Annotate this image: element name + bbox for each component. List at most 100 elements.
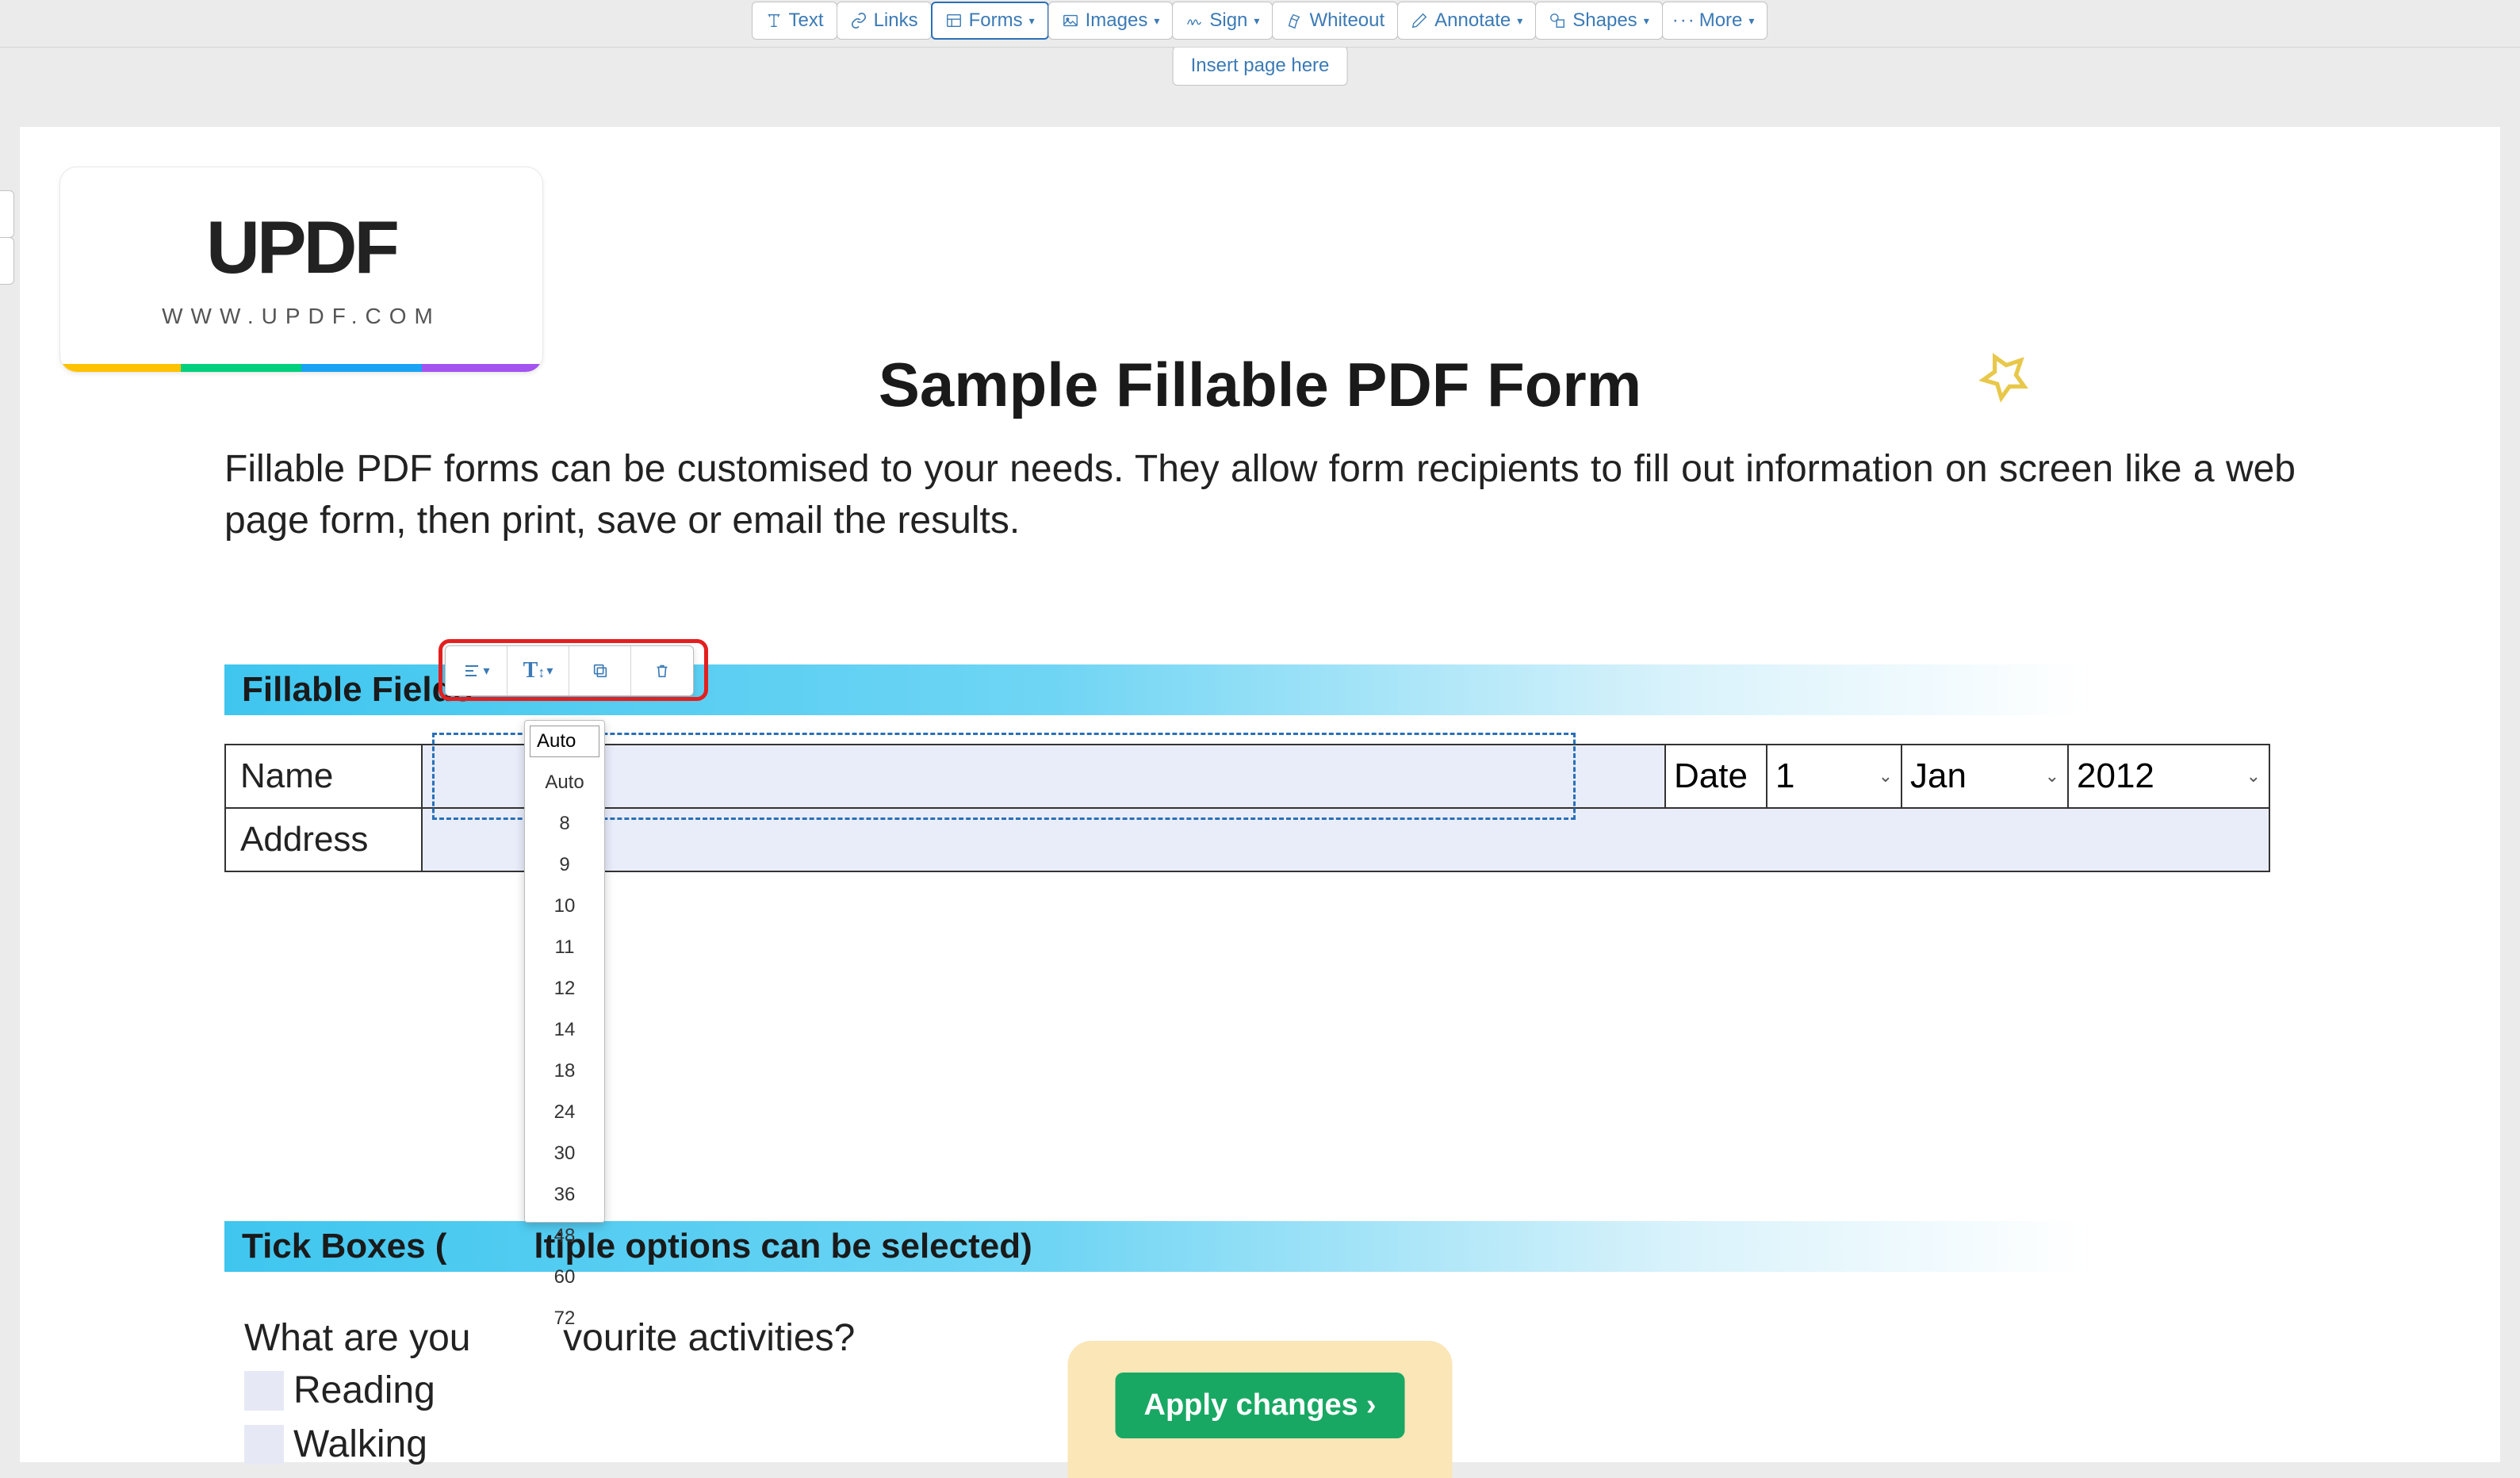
caret-down-icon: ▾ — [546, 663, 553, 679]
left-sidebar-tabs — [0, 190, 16, 284]
whiteout-label: Whiteout — [1309, 10, 1384, 32]
name-label: Name — [226, 745, 423, 807]
forms-tool-button[interactable]: Forms ▾ — [931, 2, 1049, 40]
images-label: Images — [1086, 10, 1148, 32]
text-tool-button[interactable]: Text — [752, 2, 837, 40]
left-tab-1[interactable] — [0, 190, 14, 238]
name-input-field[interactable] — [423, 745, 1666, 807]
annotate-tool-button[interactable]: Annotate ▾ — [1397, 2, 1536, 40]
shapes-tool-button[interactable]: Shapes ▾ — [1535, 2, 1662, 40]
font-size-option[interactable]: 48 — [525, 1216, 604, 1257]
copy-icon — [592, 662, 609, 680]
font-size-option[interactable]: 30 — [525, 1133, 604, 1174]
tick-header-right: ltiple options can be selected) — [534, 1227, 1032, 1266]
annotate-label: Annotate — [1434, 10, 1511, 32]
checkbox-walking[interactable] — [244, 1425, 284, 1465]
text-label: Text — [789, 10, 824, 32]
annotate-icon — [1411, 12, 1428, 29]
forms-icon — [945, 12, 963, 29]
day-dropdown[interactable]: 1 ⌄ — [1767, 745, 1902, 807]
images-tool-button[interactable]: Images ▾ — [1048, 2, 1174, 40]
more-icon: ··· — [1676, 12, 1693, 29]
chevron-down-icon: ⌄ — [2246, 766, 2261, 787]
font-size-option[interactable]: 24 — [525, 1092, 604, 1133]
checkbox-label-reading: Reading — [293, 1369, 435, 1412]
font-size-option[interactable]: Auto — [525, 762, 604, 803]
date-label: Date — [1666, 745, 1767, 807]
pdf-page: UPDF WWW.UPDF.COM Sample Fillable PDF Fo… — [20, 127, 2500, 1462]
font-size-dropdown: Auto Auto891011121418243036486072 — [524, 720, 605, 1223]
apply-button-label: Apply changes — [1144, 1388, 1358, 1422]
link-icon — [850, 12, 867, 29]
caret-down-icon: ▾ — [1517, 14, 1522, 28]
sign-icon — [1185, 12, 1203, 29]
copy-button[interactable] — [569, 646, 631, 695]
document-title: Sample Fillable PDF Form — [879, 349, 1641, 421]
caret-down-icon: ▾ — [1644, 14, 1649, 28]
font-size-option[interactable]: 10 — [525, 886, 604, 927]
shapes-icon — [1549, 12, 1566, 29]
tick-header-left: Tick Boxes ( — [242, 1227, 446, 1266]
align-button[interactable]: ▾ — [446, 646, 507, 695]
trash-icon — [653, 662, 671, 680]
font-size-option[interactable]: 60 — [525, 1257, 604, 1298]
main-toolbar: Text Links Forms ▾ Images ▾ Sign ▾ — [0, 0, 2520, 48]
logo-stripe — [60, 364, 542, 372]
more-tool-button[interactable]: ··· More ▾ — [1662, 2, 1768, 40]
intro-paragraph: Fillable PDF forms can be customised to … — [224, 444, 2296, 547]
caret-down-icon: ▾ — [1748, 14, 1754, 28]
links-label: Links — [874, 10, 918, 32]
sign-label: Sign — [1209, 10, 1247, 32]
pin-icon — [1977, 349, 2032, 404]
checkbox-label-walking: Walking — [293, 1422, 427, 1466]
images-icon — [1062, 12, 1079, 29]
year-value: 2012 — [2077, 756, 2154, 796]
font-size-input[interactable]: Auto — [530, 726, 599, 757]
caret-down-icon: ▾ — [1029, 14, 1035, 28]
sign-tool-button[interactable]: Sign ▾ — [1172, 2, 1273, 40]
whiteout-icon — [1285, 12, 1303, 29]
delete-button[interactable] — [631, 646, 693, 695]
font-size-option[interactable]: 8 — [525, 803, 604, 844]
more-label: More — [1699, 10, 1743, 32]
apply-changes-button[interactable]: Apply changes › — [1116, 1373, 1405, 1438]
insert-page-button[interactable]: Insert page here — [1173, 46, 1348, 86]
chevron-down-icon: ⌄ — [2045, 766, 2059, 787]
font-size-icon: T↕ — [523, 658, 546, 683]
left-tab-2[interactable] — [0, 237, 14, 285]
address-input-field[interactable] — [423, 809, 2269, 871]
font-size-button[interactable]: T↕ ▾ — [507, 646, 569, 695]
month-dropdown[interactable]: Jan ⌄ — [1902, 745, 2069, 807]
field-context-toolbar: ▾ T↕ ▾ — [432, 645, 694, 696]
checkbox-reading[interactable] — [244, 1371, 284, 1411]
align-left-icon — [462, 661, 481, 680]
logo-brand-text: UPDF — [206, 210, 396, 285]
font-size-option[interactable]: 14 — [525, 1009, 604, 1051]
text-icon — [765, 12, 783, 29]
checkbox-row-walking: Walking — [244, 1422, 427, 1466]
year-dropdown[interactable]: 2012 ⌄ — [2069, 745, 2269, 807]
logo-url: WWW.UPDF.COM — [162, 304, 441, 329]
font-size-option[interactable]: 9 — [525, 844, 604, 886]
chevron-down-icon: ⌄ — [1879, 766, 1893, 787]
whiteout-tool-button[interactable]: Whiteout — [1272, 2, 1398, 40]
brand-logo: UPDF WWW.UPDF.COM — [59, 167, 543, 373]
chevron-right-icon: › — [1366, 1388, 1377, 1422]
font-size-option[interactable]: 18 — [525, 1051, 604, 1092]
font-size-option[interactable]: 11 — [525, 927, 604, 968]
font-size-option[interactable]: 72 — [525, 1298, 604, 1339]
caret-down-icon: ▾ — [1154, 14, 1159, 28]
day-value: 1 — [1775, 756, 1794, 796]
forms-label: Forms — [969, 10, 1023, 32]
caret-down-icon: ▾ — [1254, 14, 1259, 28]
shapes-label: Shapes — [1572, 10, 1637, 32]
font-size-options-list: Auto891011121418243036486072 — [525, 762, 604, 1222]
font-size-option[interactable]: 12 — [525, 968, 604, 1009]
apply-changes-panel: Apply changes › — [1068, 1341, 1453, 1478]
month-value: Jan — [1910, 756, 1967, 796]
checkbox-row-reading: Reading — [244, 1369, 435, 1412]
font-size-option[interactable]: 36 — [525, 1174, 604, 1216]
caret-down-icon: ▾ — [483, 663, 489, 679]
links-tool-button[interactable]: Links — [837, 2, 932, 40]
address-label: Address — [226, 809, 423, 871]
